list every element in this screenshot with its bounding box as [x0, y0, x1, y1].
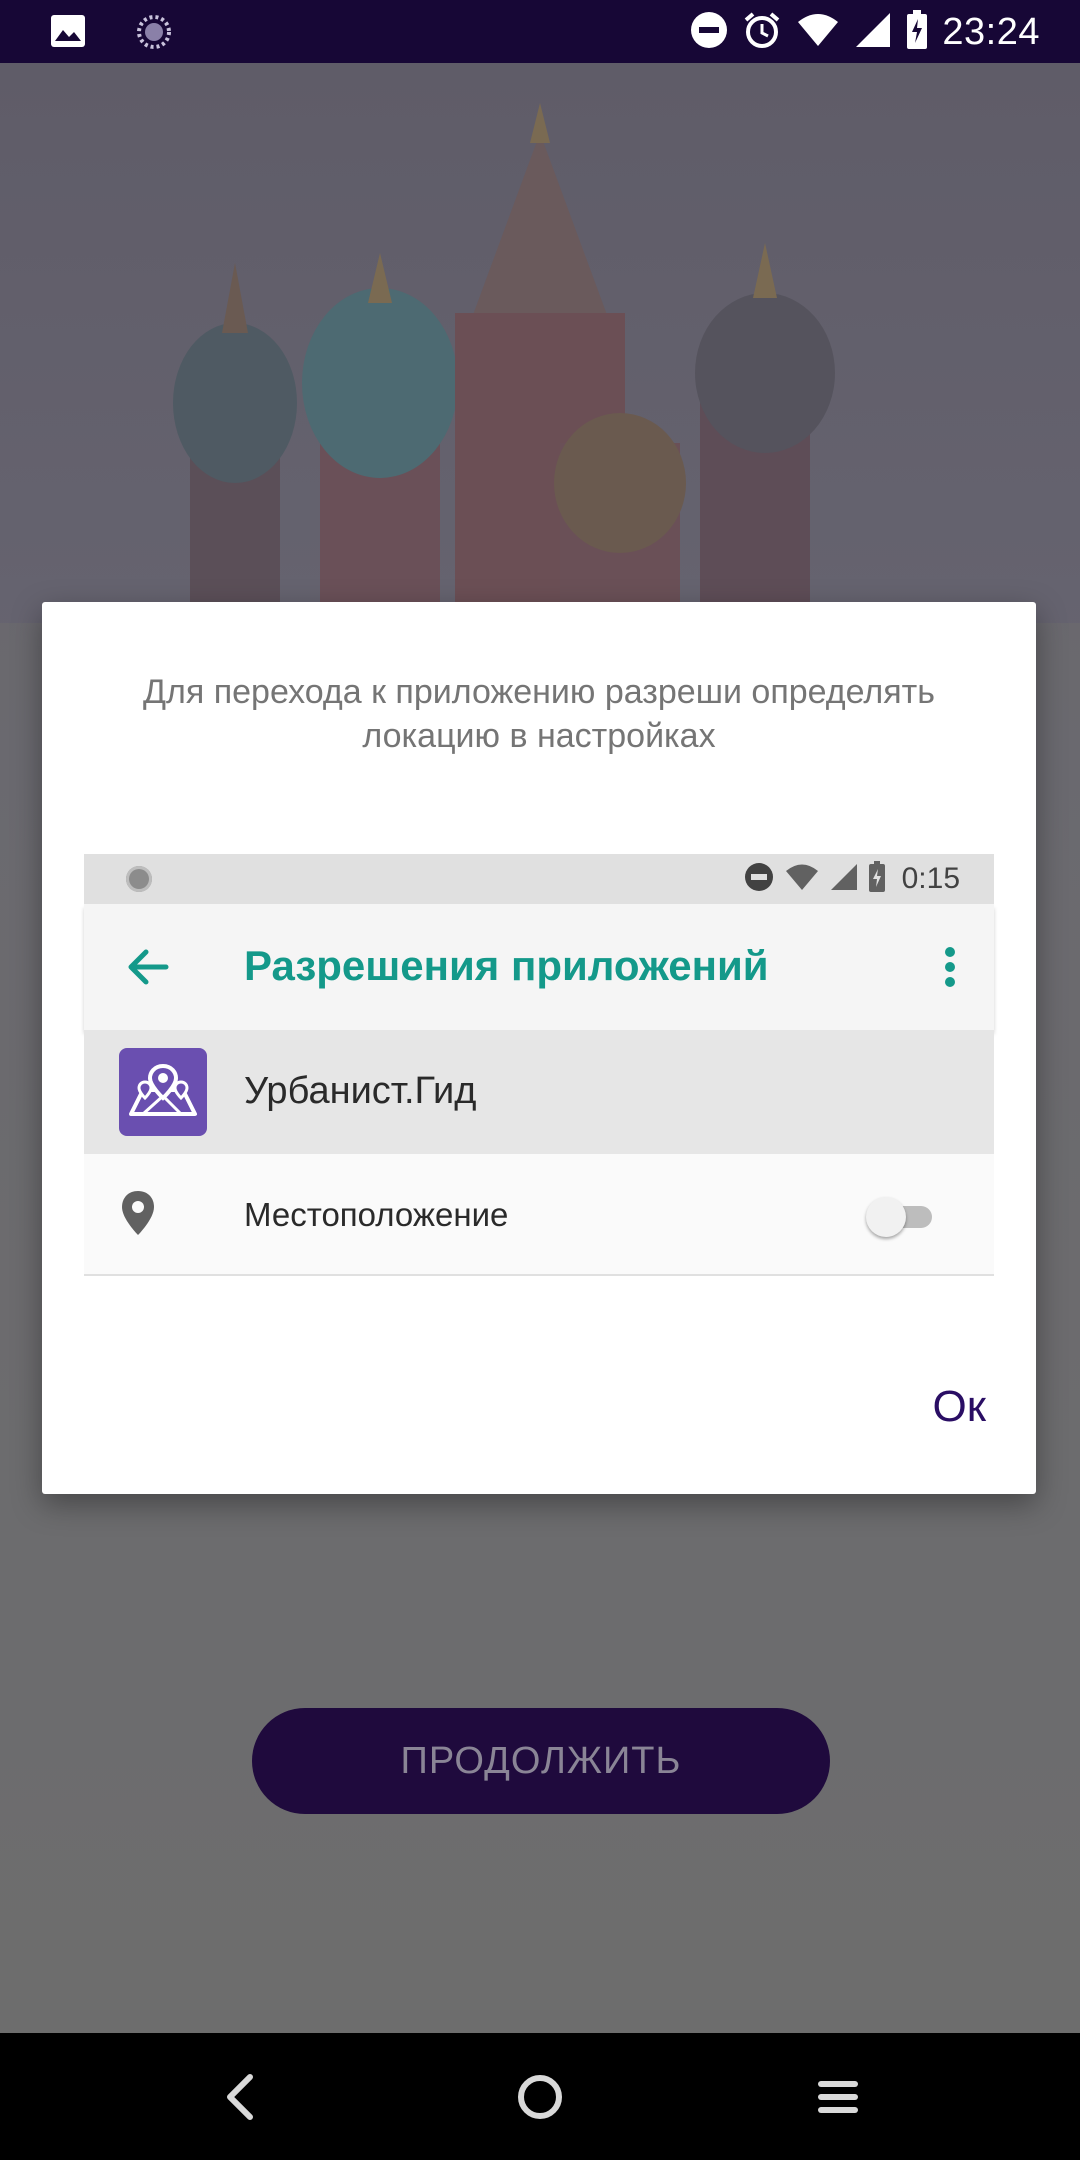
battery-charging-icon [906, 9, 928, 55]
illustration-app-name: Урбанист.Гид [244, 1070, 477, 1112]
illustration-permission-row: Местоположение [84, 1154, 994, 1276]
status-time: 23:24 [942, 10, 1040, 53]
cellular-signal-icon [854, 11, 892, 54]
illustration-signal-icon [830, 863, 858, 896]
switch-thumb [866, 1197, 906, 1237]
do-not-disturb-icon [690, 11, 728, 54]
illustration-status-time: 0:15 [901, 862, 960, 895]
illustration-wifi-icon [784, 863, 820, 896]
illustration-notification-icon [126, 866, 152, 892]
illustration-do-not-disturb-icon [744, 862, 774, 897]
illustration-location-switch [866, 1194, 938, 1238]
loading-icon [136, 14, 172, 55]
illustration-status-bar: 0:15 [84, 854, 994, 904]
illustration-app-row: Урбанист.Гид [84, 1030, 994, 1154]
location-pin-icon [120, 1190, 156, 1236]
back-arrow-icon [124, 944, 170, 990]
back-icon[interactable] [204, 2061, 276, 2133]
ok-button[interactable]: Ок [933, 1382, 986, 1432]
alarm-icon [742, 10, 782, 55]
recents-icon[interactable] [802, 2061, 874, 2133]
illustration-toolbar-title: Разрешения приложений [244, 942, 769, 989]
location-permission-dialog: Для перехода к приложению разреши опреде… [42, 602, 1036, 1494]
screen: ПРОДОЛЖИТЬ 23:24 Для перехода к приложен… [0, 0, 1080, 2160]
gallery-icon [50, 14, 86, 55]
continue-button[interactable]: ПРОДОЛЖИТЬ [252, 1708, 830, 1814]
settings-illustration: 0:15 Разрешения приложений Урбанист.Гид … [84, 854, 994, 1276]
navigation-bar [0, 2033, 1080, 2160]
more-vert-icon [940, 944, 960, 990]
home-icon[interactable] [504, 2061, 576, 2133]
status-bar: 23:24 [0, 0, 1080, 63]
app-map-icon [119, 1048, 207, 1136]
wifi-icon [796, 12, 840, 53]
illustration-toolbar: Разрешения приложений [84, 904, 994, 1030]
dialog-message: Для перехода к приложению разреши опреде… [143, 673, 935, 755]
illustration-permission-label: Местоположение [244, 1196, 509, 1233]
illustration-battery-icon [868, 860, 886, 898]
